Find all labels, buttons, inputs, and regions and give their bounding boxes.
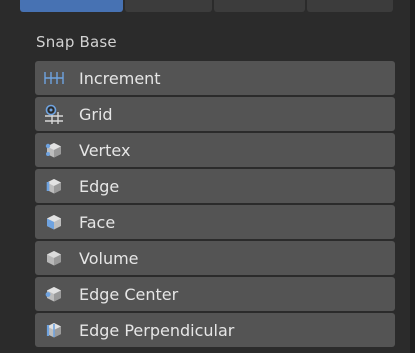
tab-strip [20, 0, 395, 16]
panel-edge [410, 0, 415, 353]
tab[interactable] [124, 0, 212, 12]
snap-option-label: Edge [79, 176, 120, 196]
snap-option-face[interactable]: Face [35, 205, 395, 239]
snap-option-label: Edge Center [79, 284, 179, 304]
section-title: Snap Base [36, 33, 117, 51]
grid-icon [39, 97, 69, 131]
snap-option-edge-center[interactable]: Edge Center [35, 277, 395, 311]
tab[interactable] [213, 0, 305, 12]
snap-option-volume[interactable]: Volume [35, 241, 395, 275]
snap-option-label: Vertex [79, 140, 131, 160]
face-icon [39, 205, 69, 239]
snap-base-panel: Snap Base Increment Grid Vertex Edge Fac… [0, 0, 415, 353]
snap-option-edge-perpendicular[interactable]: Edge Perpendicular [35, 313, 395, 347]
tab-active[interactable] [20, 0, 123, 12]
snap-option-grid[interactable]: Grid [35, 97, 395, 131]
snap-option-label: Increment [79, 68, 161, 88]
snap-option-edge[interactable]: Edge [35, 169, 395, 203]
edge-perpendicular-icon [39, 313, 69, 347]
snap-option-label: Face [79, 212, 116, 232]
snap-base-list: Increment Grid Vertex Edge Face Volume E… [35, 61, 395, 349]
snap-option-label: Edge Perpendicular [79, 320, 235, 340]
snap-option-label: Volume [79, 248, 139, 268]
increment-icon [39, 61, 69, 95]
tab[interactable] [306, 0, 393, 12]
snap-option-increment[interactable]: Increment [35, 61, 395, 95]
vertex-icon [39, 133, 69, 167]
snap-option-label: Grid [79, 104, 113, 124]
edge-center-icon [39, 277, 69, 311]
volume-icon [39, 241, 69, 275]
edge-icon [39, 169, 69, 203]
snap-option-vertex[interactable]: Vertex [35, 133, 395, 167]
